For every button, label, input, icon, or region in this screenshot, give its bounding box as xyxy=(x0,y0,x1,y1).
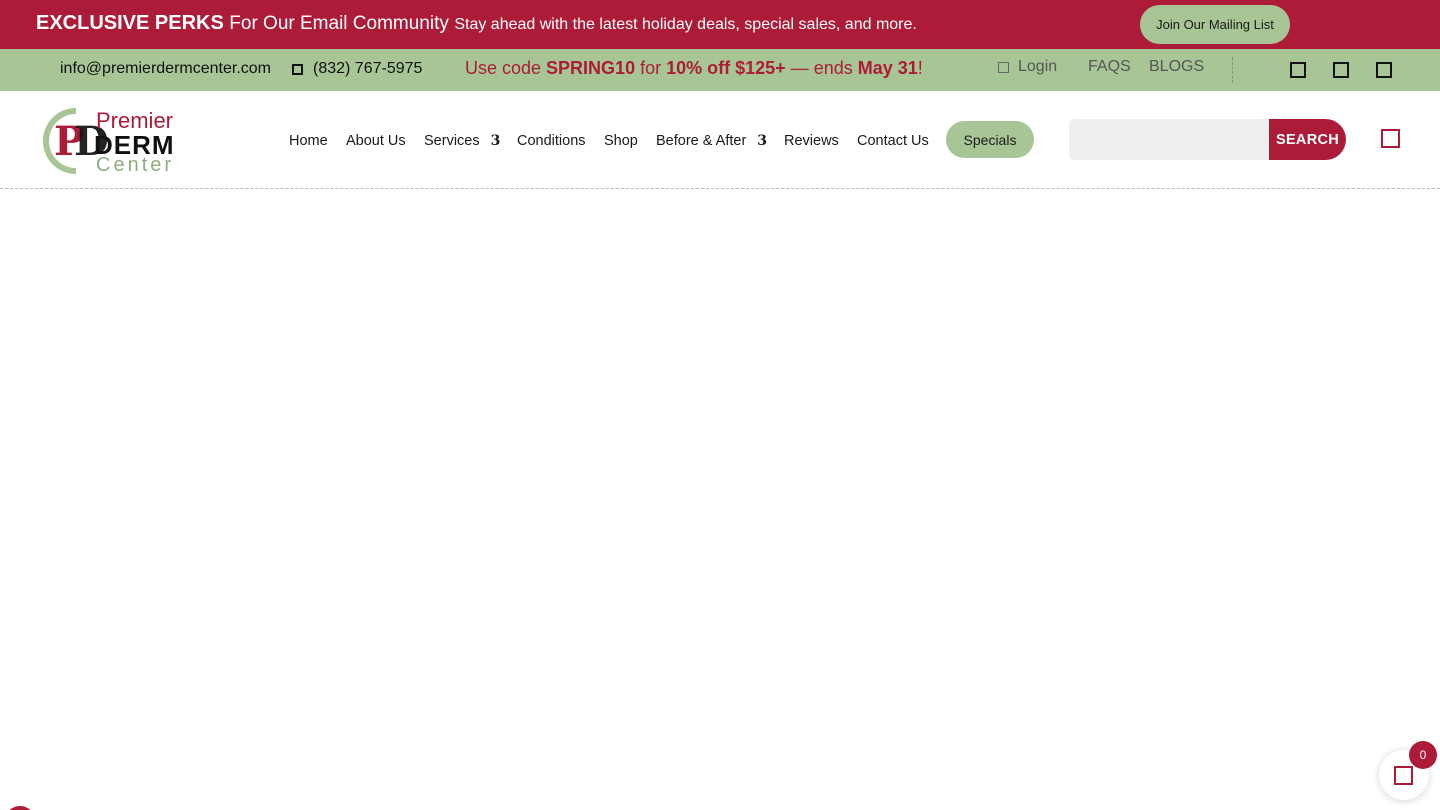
nav-contact-us[interactable]: Contact Us xyxy=(857,133,929,149)
promo-description: Stay ahead with the latest holiday deals… xyxy=(454,16,917,33)
faqs-link[interactable]: FAQS xyxy=(1088,58,1131,76)
nav-shop[interactable]: Shop xyxy=(604,133,638,149)
email-link[interactable]: info@premierdermcenter.com xyxy=(60,60,271,78)
discount-amount: 10% off $125+ xyxy=(666,58,786,78)
nav-about-us[interactable]: About Us xyxy=(346,133,406,149)
nav-before-after[interactable]: Before & After 3 xyxy=(656,133,767,149)
promo-title: EXCLUSIVE PERKS xyxy=(36,12,224,34)
specials-button[interactable]: Specials xyxy=(946,121,1034,158)
code-prefix: Use code xyxy=(465,58,547,78)
phone-icon xyxy=(292,63,303,75)
divider xyxy=(1232,57,1233,83)
code-middle: for xyxy=(635,58,667,78)
facebook-icon[interactable] xyxy=(1290,62,1306,78)
nav-home[interactable]: Home xyxy=(289,133,328,149)
instagram-icon[interactable] xyxy=(1333,62,1349,78)
site-logo[interactable]: P D Premier DERM Center xyxy=(34,105,194,176)
promo-code: SPRING10 xyxy=(546,58,636,78)
cart-icon[interactable] xyxy=(1381,129,1400,148)
nav-before-after-label: Before & After xyxy=(656,133,747,149)
promo-text: EXCLUSIVE PERKS For Our Email Community … xyxy=(36,12,917,35)
code-dash: — ends xyxy=(785,58,858,78)
chevron-down-icon: 3 xyxy=(757,133,768,149)
phone-number: (832) 767-5975 xyxy=(313,60,423,77)
login-link[interactable]: Login xyxy=(998,58,1057,76)
logo-line3: Center xyxy=(96,154,174,175)
youtube-icon[interactable] xyxy=(1376,62,1392,78)
promo-banner: EXCLUSIVE PERKS For Our Email Community … xyxy=(0,0,1440,49)
info-bar: info@premierdermcenter.com (832) 767-597… xyxy=(0,49,1440,91)
user-icon xyxy=(998,61,1009,73)
chevron-down-icon: 3 xyxy=(490,133,501,149)
search-input[interactable] xyxy=(1069,119,1274,160)
site-header: P D Premier DERM Center Home About Us Se… xyxy=(0,91,1440,189)
end-date: May 31 xyxy=(857,58,918,78)
nav-reviews[interactable]: Reviews xyxy=(784,133,839,149)
promo-code-message: Use code SPRING10 for 10% off $125+ — en… xyxy=(465,58,923,79)
blogs-link[interactable]: BLOGS xyxy=(1149,58,1204,76)
join-mailing-list-button[interactable]: Join Our Mailing List xyxy=(1140,5,1290,44)
search-button[interactable]: SEARCH xyxy=(1269,119,1346,160)
corner-widget[interactable] xyxy=(4,806,36,810)
cart-count-badge: 0 xyxy=(1409,741,1437,769)
phone-link[interactable]: (832) 767-5975 xyxy=(292,60,422,78)
nav-services-label: Services xyxy=(424,133,480,149)
code-suffix: ! xyxy=(917,58,923,78)
cart-icon xyxy=(1394,766,1413,785)
nav-conditions[interactable]: Conditions xyxy=(517,133,586,149)
promo-subtitle: For Our Email Community xyxy=(229,13,449,34)
login-label: Login xyxy=(1018,58,1058,75)
nav-services[interactable]: Services 3 xyxy=(424,133,500,149)
